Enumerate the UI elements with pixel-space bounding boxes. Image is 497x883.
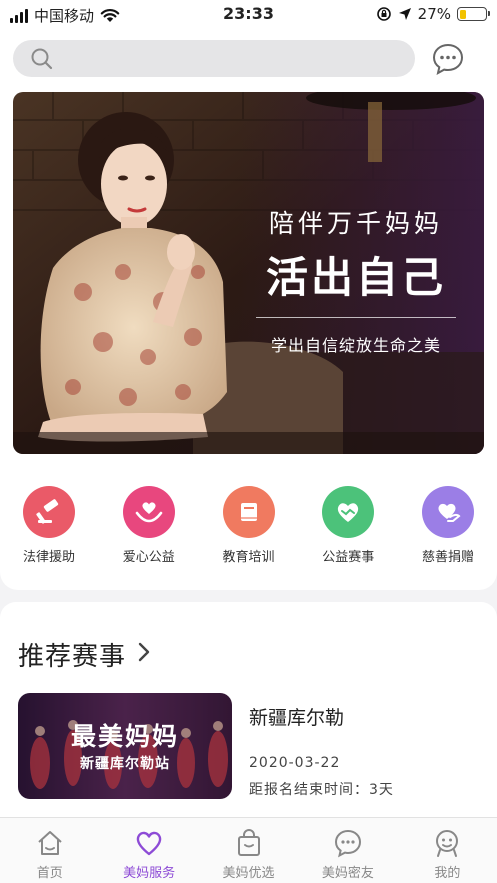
category-row: 法律援助 爱心公益 教育培训 公益赛事 慈善捐赠 xyxy=(0,486,497,565)
bottom-tab-bar: 首页 美妈服务 美妈优选 美妈密友 我的 xyxy=(0,817,497,883)
home-icon xyxy=(38,831,62,855)
message-icon[interactable] xyxy=(431,42,465,76)
search-bar[interactable] xyxy=(13,40,415,77)
chevron-right-icon[interactable] xyxy=(136,640,152,664)
battery-percent: 27% xyxy=(417,5,451,23)
handshake-heart-icon xyxy=(322,486,375,538)
event-banner-subtitle: 新疆库尔勒站 xyxy=(80,756,170,772)
recommended-events: 推荐赛事 最美妈妈 新疆库尔勒站 新疆库尔勒 2020-03-22 距报名结束时… xyxy=(0,602,497,822)
battery-icon xyxy=(457,7,490,21)
tab-label: 美妈密友 xyxy=(321,866,374,881)
promo-banner[interactable]: 陪伴万千妈妈 活出自己 学出自信绽放生命之美 xyxy=(13,92,484,454)
event-thumbnail[interactable]: 最美妈妈 新疆库尔勒站 xyxy=(18,693,232,799)
category-charity-love[interactable]: 爱心公益 xyxy=(114,486,184,565)
orientation-lock-icon xyxy=(376,7,391,21)
event-banner-title: 最美妈妈 xyxy=(70,722,179,751)
heart-hands-icon xyxy=(122,486,175,538)
category-legal-aid[interactable]: 法律援助 xyxy=(14,486,84,565)
category-label: 爱心公益 xyxy=(122,550,175,565)
category-label: 慈善捐赠 xyxy=(421,550,474,565)
tab-label: 我的 xyxy=(434,866,461,881)
event-name[interactable]: 新疆库尔勒 xyxy=(249,703,344,730)
event-date: 2020-03-22 xyxy=(249,755,341,771)
category-label: 教育培训 xyxy=(222,550,275,565)
header xyxy=(0,30,497,90)
banner-text: 陪伴万千妈妈 活出自己 学出自信绽放生命之美 xyxy=(256,204,456,356)
search-input[interactable] xyxy=(63,40,403,77)
shopping-bag-icon xyxy=(237,829,260,856)
tab-label: 美妈优选 xyxy=(222,866,275,881)
section-title[interactable]: 推荐赛事 xyxy=(18,636,126,673)
hero-section: 陪伴万千妈妈 活出自己 学出自信绽放生命之美 法律援助 爱心公益 教育培训 公益… xyxy=(0,90,497,590)
tab-label: 首页 xyxy=(36,866,63,881)
category-education[interactable]: 教育培训 xyxy=(214,486,284,565)
profile-icon xyxy=(436,830,459,857)
tab-services[interactable]: 美妈服务 xyxy=(99,818,198,883)
tab-home[interactable]: 首页 xyxy=(0,818,99,883)
location-arrow-icon xyxy=(398,8,411,20)
tab-selection[interactable]: 美妈优选 xyxy=(199,818,298,883)
gavel-icon xyxy=(23,486,75,538)
search-icon xyxy=(31,48,53,70)
tab-friends[interactable]: 美妈密友 xyxy=(298,818,397,883)
battery-fill xyxy=(459,9,467,19)
donate-heart-icon xyxy=(422,486,474,538)
category-label: 法律援助 xyxy=(22,550,75,565)
status-bar: 中国移动 23:33 27% xyxy=(0,0,497,30)
category-donation[interactable]: 慈善捐赠 xyxy=(413,486,483,565)
banner-divider xyxy=(256,317,456,318)
status-right: 27% xyxy=(376,5,490,23)
tab-label: 美妈服务 xyxy=(123,866,176,881)
event-deadline: 距报名结束时间：3天 xyxy=(249,782,394,798)
tab-profile[interactable]: 我的 xyxy=(398,818,497,883)
banner-line1: 陪伴万千妈妈 xyxy=(268,209,443,238)
book-icon xyxy=(222,486,275,538)
banner-line3: 学出自信绽放生命之美 xyxy=(270,336,441,355)
banner-line2: 活出自己 xyxy=(265,253,446,302)
heart-icon xyxy=(136,831,162,856)
category-public-events[interactable]: 公益赛事 xyxy=(313,486,383,565)
chat-bubble-icon xyxy=(334,829,361,858)
category-label: 公益赛事 xyxy=(322,550,375,565)
